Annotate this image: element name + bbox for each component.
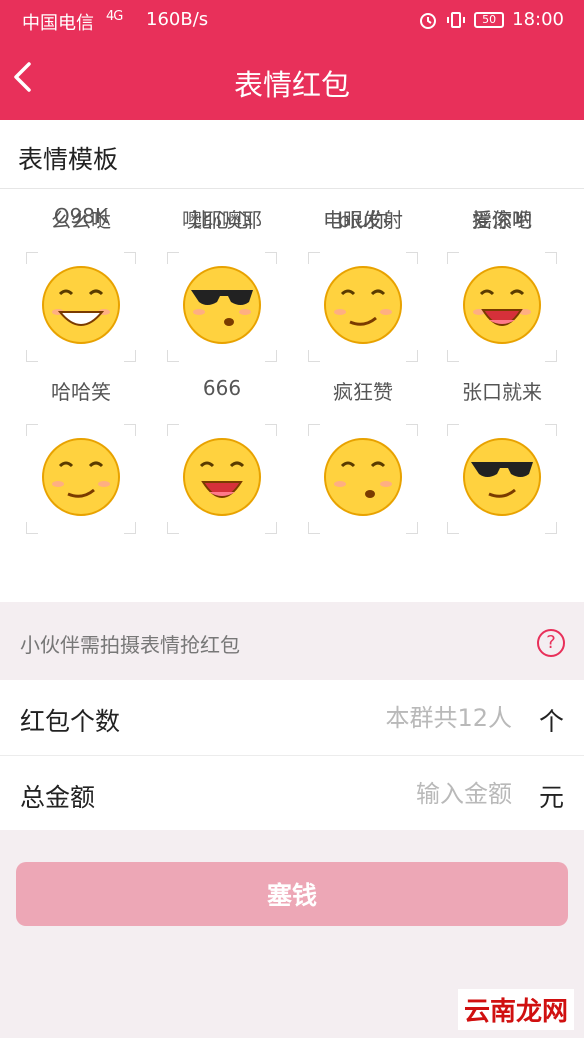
packet-count-row: 红包个数 个 (0, 680, 584, 756)
status-bar: 中国电信 4G 160B/s 50 18:00 (0, 0, 584, 40)
vibrate-icon (447, 11, 466, 28)
divider (0, 188, 584, 189)
rock-sunglasses-emoji-icon (463, 438, 541, 516)
frame-corner (167, 350, 179, 362)
emoji-preview-frame (308, 424, 418, 534)
emoji-template-label: 张口就来 (462, 380, 542, 404)
emoji-template-item[interactable]: 疯狂赞 (308, 362, 418, 534)
submit-money-button[interactable]: 塞钱 (16, 862, 568, 926)
watermark-logo: 云南龙网 (457, 989, 574, 1030)
total-amount-label: 总金额 (20, 783, 96, 812)
bottom-area: 塞钱 云南龙网 (0, 830, 584, 1038)
emoji-template-item[interactable]: 哈哈笑 (26, 362, 136, 534)
frame-corner (308, 350, 320, 362)
alarm-icon (420, 12, 437, 29)
frame-corner (545, 350, 557, 362)
emoji-template-label: 666 (202, 376, 242, 400)
battery-icon: 50 (474, 11, 505, 28)
emoji-template-label: 噢耶噢耶 (182, 208, 262, 232)
title-bar: 表情红包 (0, 40, 584, 120)
emoji-template-label: 摇滚吧 (472, 208, 532, 232)
help-icon[interactable]: ? (537, 629, 565, 657)
signal-icon: 4G (106, 9, 123, 24)
frame-corner (406, 522, 418, 534)
emoji-template-item[interactable]: 噢耶噢耶 (167, 190, 277, 350)
total-amount-unit: 元 (538, 783, 564, 812)
emoji-template-item[interactable]: O98K (26, 190, 136, 350)
template-panel: 表情模板 么么哒 比心心 电眼发射 爱你哟 哈哈笑 666 疯狂赞 张口就来 O98K 噢耶噢耶 b… (0, 120, 584, 602)
app-header: 中国电信 4G 160B/s 50 18:00 表情红包 (0, 0, 584, 120)
frame-corner (124, 522, 136, 534)
frame-corner (167, 522, 179, 534)
section-title: 表情模板 (18, 145, 119, 174)
frame-corner (406, 350, 418, 362)
ok-hand-emoji-icon (42, 438, 120, 516)
finger-gun-emoji-icon (324, 438, 402, 516)
network-speed: 160B/s (146, 9, 209, 30)
emoji-template-item[interactable]: 张口就来 (447, 362, 557, 534)
emoji-template-item[interactable]: biu你 (308, 190, 418, 350)
emoji-template-item[interactable]: 摇滚吧 (447, 190, 557, 350)
packet-count-input[interactable] (312, 700, 512, 736)
frame-corner (265, 350, 277, 362)
emoji-template-label: 哈哈笑 (51, 380, 111, 404)
emoji-template-label: O98K (53, 204, 109, 228)
frame-corner (308, 522, 320, 534)
packet-count-label: 红包个数 (20, 707, 121, 736)
emoji-template-label: 疯狂赞 (333, 380, 393, 404)
clock: 18:00 (512, 9, 564, 30)
hint-row: 小伙伴需拍摄表情抢红包 ? (0, 602, 584, 680)
page-title: 表情红包 (233, 68, 350, 102)
carrier-name: 中国电信 (22, 13, 94, 34)
emoji-preview-frame (167, 424, 277, 534)
frame-corner (447, 350, 459, 362)
victory-emoji-icon (183, 438, 261, 516)
total-amount-input[interactable] (312, 776, 512, 812)
status-right: 50 18:00 (418, 9, 564, 30)
frame-corner (265, 522, 277, 534)
frame-corner (26, 350, 38, 362)
emoji-preview-frame (447, 424, 557, 534)
frame-corner (26, 522, 38, 534)
frame-corner (447, 522, 459, 534)
packet-count-unit: 个 (538, 707, 564, 736)
frame-corner (124, 350, 136, 362)
frame-corner (545, 522, 557, 534)
emoji-template-label: biu你 (337, 208, 389, 232)
total-amount-row: 总金额 元 (0, 756, 584, 830)
emoji-preview-frame (26, 424, 136, 534)
hint-text: 小伙伴需拍摄表情抢红包 (20, 633, 240, 657)
emoji-template-item[interactable]: 666 (167, 362, 277, 534)
